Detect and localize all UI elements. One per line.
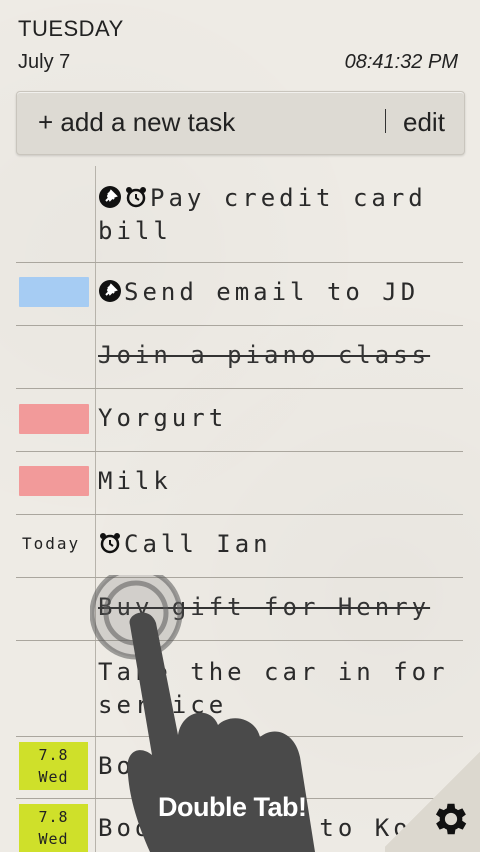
date-tag-weekday: Wed <box>38 768 69 786</box>
date-tag-weekday: Wed <box>38 830 69 848</box>
date-tag-day: 7.8 <box>38 746 69 764</box>
gear-icon[interactable] <box>430 798 472 840</box>
weekday-label: TUESDAY <box>18 16 124 41</box>
task-label: Milk <box>98 467 172 495</box>
pin-icon <box>99 186 121 208</box>
task-label: Buy gift for Henry <box>98 593 431 621</box>
task-row[interactable]: Today Call Ian <box>16 514 463 578</box>
task-label: Take the car in for service <box>98 658 449 719</box>
pin-icon <box>99 280 121 302</box>
task-label: Yorgurt <box>98 404 228 432</box>
task-text: Pay credit card bill <box>98 182 453 248</box>
alarm-icon <box>126 187 146 208</box>
color-tag <box>19 404 89 434</box>
task-text: Send email to JD <box>98 276 453 309</box>
date-tag: 7.8 Wed <box>19 742 88 790</box>
task-row[interactable]: Milk <box>16 451 463 515</box>
double-tap-hint: Double Tab! <box>158 792 307 822</box>
task-label: Join a piano class <box>98 341 431 369</box>
task-toolbar: + add a new task edit <box>16 91 465 155</box>
task-text: Call Ian <box>98 528 453 561</box>
due-label: Today <box>22 534 81 553</box>
clock-label: 08:41:32 PM <box>344 51 458 73</box>
color-tag <box>19 466 89 496</box>
color-tag <box>19 277 89 307</box>
edit-button[interactable]: edit <box>403 107 445 138</box>
toolbar-divider <box>385 109 386 133</box>
alarm-icon <box>100 533 120 554</box>
task-row[interactable]: Buy gift for Henry <box>16 577 463 641</box>
task-row[interactable]: Pay credit card bill <box>16 166 463 263</box>
task-label: Call Ian <box>124 530 272 558</box>
task-row[interactable]: Send email to JD <box>16 262 463 326</box>
task-row[interactable]: Join a piano class <box>16 325 463 389</box>
date-tag: 7.8 Wed <box>19 804 88 852</box>
date-tag-day: 7.8 <box>38 808 69 826</box>
task-label: Send email to JD <box>124 278 420 306</box>
date-label: July 7 <box>18 51 71 73</box>
task-row[interactable]: Take the car in for service <box>16 640 463 737</box>
task-row[interactable]: Yorgurt <box>16 388 463 452</box>
add-task-button[interactable]: + add a new task <box>38 107 235 138</box>
